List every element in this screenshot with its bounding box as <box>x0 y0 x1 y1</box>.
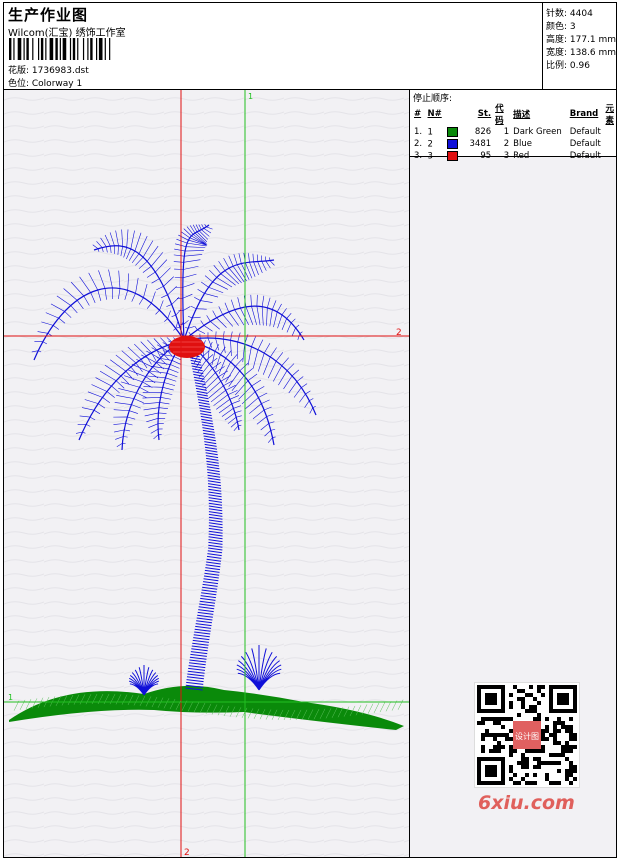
row-element <box>603 138 616 150</box>
needle-number: 2 <box>427 139 433 150</box>
col-index: # <box>414 109 422 119</box>
thread-row: 3. 3 95 3 Red Default <box>412 150 616 162</box>
row-index: 1. <box>414 127 423 137</box>
row-brand: Default <box>569 127 601 137</box>
barcode <box>9 38 111 60</box>
row-code: 3 <box>503 151 510 161</box>
row-brand: Default <box>569 139 601 149</box>
row-element <box>603 126 616 138</box>
row-code: 1 <box>503 127 510 137</box>
col-needle: N# <box>427 109 442 119</box>
green-horizontal-label: 1 <box>8 693 13 702</box>
row-needle: 3 <box>426 150 460 162</box>
watermark-logo: 6xiu.com <box>478 792 575 814</box>
colorway-label: 色位: Colorway 1 <box>8 79 83 89</box>
color-swatch <box>446 138 458 149</box>
color-swatch <box>446 150 458 161</box>
row-needle: 1 <box>426 126 460 138</box>
needle-number: 3 <box>427 151 433 162</box>
color-swatch <box>446 126 458 137</box>
green-vertical-label: 1 <box>248 92 253 101</box>
company-name: Wilcom(汇宝) 绣饰工作室 <box>8 28 126 39</box>
coconut-cluster <box>169 336 205 358</box>
row-index: 2. <box>414 139 423 149</box>
row-index: 3. <box>414 151 423 161</box>
color-count: 颜色: 3 <box>546 22 576 32</box>
qr-center-label: 设计图 <box>515 731 539 741</box>
stop-sequence-panel: 停止顺序: # N# St. 代码 描述 Brand 元素 1. 1 826 1 Dar… <box>410 90 616 161</box>
stitch-count: 针数: 4404 <box>546 9 593 19</box>
worksheet-header: 生产作业图 Wilcom(汇宝) 绣饰工作室 花版: 1736983.dst 色… <box>4 3 616 90</box>
design-width: 宽度: 138.6 mm <box>546 48 617 58</box>
design-scale: 比例: 0.96 <box>546 61 590 71</box>
col-element: 元素 <box>605 104 614 126</box>
row-code: 2 <box>503 139 510 149</box>
row-brand: Default <box>569 151 601 161</box>
col-brand: Brand <box>569 109 599 119</box>
design-file-label: 花版: 1736983.dst <box>8 66 89 76</box>
row-stitches: 95 <box>480 151 492 161</box>
embroidery-artwork: 1 2 1 2 <box>4 90 409 857</box>
col-stitches: St. <box>477 109 492 119</box>
row-description: Red <box>513 151 530 161</box>
row-stitches: 3481 <box>469 139 492 149</box>
right-panel: 停止顺序: # N# St. 代码 描述 Brand 元素 1. 1 826 1 Dar… <box>410 90 616 857</box>
row-needle: 2 <box>426 138 460 150</box>
red-vertical-label: 2 <box>184 848 190 857</box>
thread-table-header: # N# St. 代码 描述 Brand 元素 <box>412 102 616 126</box>
row-element <box>603 150 616 162</box>
col-code: 代码 <box>495 104 504 126</box>
thread-row: 2. 2 3481 2 Blue Default <box>412 138 616 150</box>
thread-row: 1. 1 826 1 Dark Green Default <box>412 126 616 138</box>
row-description: Dark Green <box>513 127 562 137</box>
thread-table: # N# St. 代码 描述 Brand 元素 1. 1 826 1 Dark Gree… <box>412 102 616 162</box>
needle-number: 1 <box>427 127 433 138</box>
page-title: 生产作业图 <box>8 6 89 24</box>
qr-code: 设计图 <box>474 682 580 788</box>
col-description: 描述 <box>513 110 531 120</box>
row-stitches: 826 <box>474 127 492 137</box>
production-worksheet: 生产作业图 Wilcom(汇宝) 绣饰工作室 花版: 1736983.dst 色… <box>3 2 617 858</box>
row-description: Blue <box>513 139 532 149</box>
design-preview: 1 2 1 2 <box>4 90 410 857</box>
red-horizontal-label: 2 <box>396 328 402 338</box>
design-height: 高度: 177.1 mm <box>546 35 617 45</box>
stats-panel: 针数: 4404 颜色: 3 高度: 177.1 mm 宽度: 138.6 mm… <box>542 3 616 89</box>
